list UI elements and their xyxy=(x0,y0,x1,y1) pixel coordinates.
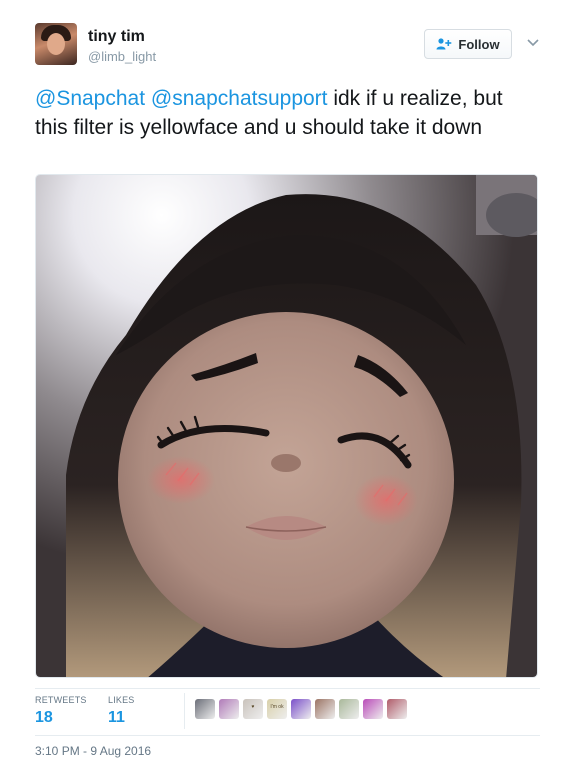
liker-avatar[interactable] xyxy=(339,699,359,719)
retweets-stat[interactable]: RETWEETS 18 xyxy=(35,695,87,727)
tweet-stats: RETWEETS 18 LIKES 11 ♥ I'm ok xyxy=(35,688,540,736)
liker-avatars: ♥ I'm ok xyxy=(195,699,407,719)
likes-count: 11 xyxy=(108,709,125,726)
liker-avatar-text: I'm ok xyxy=(270,704,284,710)
chevron-down-icon[interactable] xyxy=(526,36,540,50)
user-display-name[interactable]: tiny tim xyxy=(88,28,145,46)
tweet-timestamp[interactable]: 3:10 PM - 9 Aug 2016 xyxy=(35,744,151,758)
stats-divider xyxy=(184,693,185,729)
user-handle[interactable]: @limb_light xyxy=(88,49,156,64)
user-avatar[interactable] xyxy=(35,23,77,65)
tweet-text: @Snapchat @snapchatsupport idk if u real… xyxy=(35,84,540,142)
liker-avatar[interactable] xyxy=(219,699,239,719)
liker-avatar[interactable] xyxy=(363,699,383,719)
liker-avatar[interactable] xyxy=(291,699,311,719)
avatar-face xyxy=(47,33,65,55)
follow-button[interactable]: Follow xyxy=(424,29,512,59)
mention-snapchat[interactable]: @Snapchat xyxy=(35,87,145,110)
liker-avatar[interactable]: I'm ok xyxy=(267,699,287,719)
retweets-label: RETWEETS xyxy=(35,695,87,705)
add-user-icon xyxy=(436,38,452,50)
liker-avatar[interactable] xyxy=(387,699,407,719)
mention-snapchatsupport[interactable]: @snapchatsupport xyxy=(151,87,328,110)
retweets-count: 18 xyxy=(35,709,53,726)
liker-avatar[interactable] xyxy=(315,699,335,719)
liker-avatar[interactable]: ♥ xyxy=(243,699,263,719)
follow-button-label: Follow xyxy=(458,36,500,52)
liker-avatar-text: ♥ xyxy=(251,704,255,710)
tweet-photo[interactable] xyxy=(35,174,538,678)
likes-label: LIKES xyxy=(108,695,135,705)
likes-stat[interactable]: LIKES 11 xyxy=(108,695,135,727)
liker-avatar[interactable] xyxy=(195,699,215,719)
